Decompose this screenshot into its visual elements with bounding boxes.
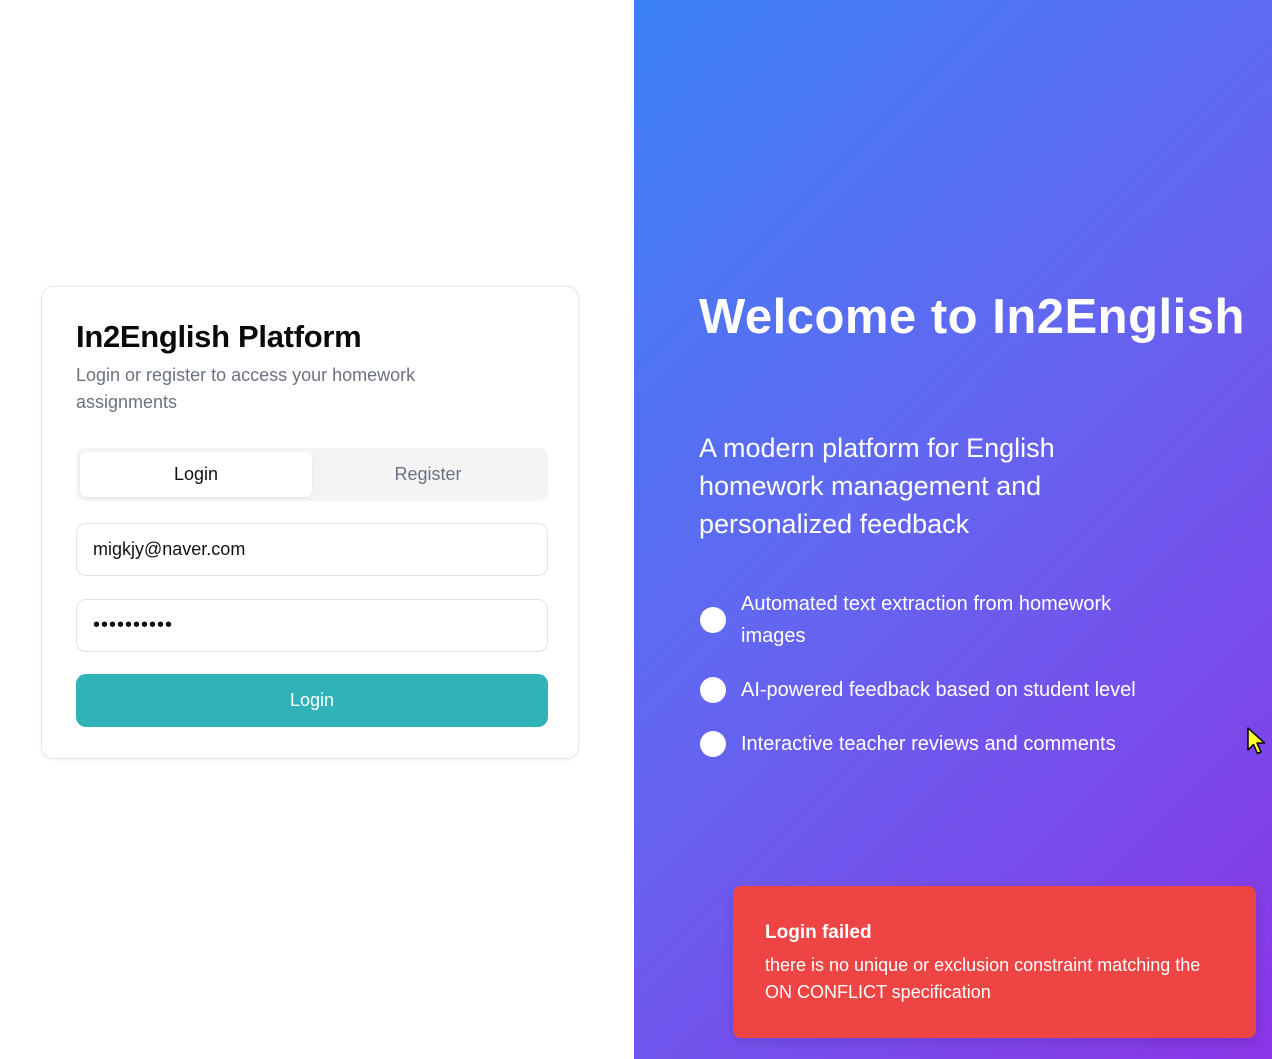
feature-list: Automated text extraction from homework …	[700, 588, 1220, 782]
auth-tabs: Login Register	[76, 448, 548, 501]
error-toast: Login failed there is no unique or exclu…	[733, 886, 1256, 1038]
tab-register[interactable]: Register	[312, 452, 544, 497]
feature-item: Interactive teacher reviews and comments	[700, 728, 1220, 760]
mouse-cursor-icon	[1247, 727, 1266, 755]
bullet-dot-icon	[700, 677, 726, 703]
feature-text: Automated text extraction from homework …	[741, 593, 1112, 647]
feature-item: Automated text extraction from homework …	[700, 588, 1220, 652]
password-field[interactable]	[76, 599, 548, 652]
email-field[interactable]	[76, 523, 548, 576]
page: In2English Platform Login or register to…	[0, 0, 1272, 1059]
bullet-dot-icon	[700, 731, 726, 757]
welcome-panel: Welcome to In2English A modern platform …	[634, 0, 1272, 1059]
toast-message: there is no unique or exclusion constrai…	[765, 955, 1201, 1002]
login-card: In2English Platform Login or register to…	[41, 286, 579, 759]
hero-subtitle: A modern platform for English homework m…	[699, 433, 1055, 539]
card-title: In2English Platform	[76, 319, 362, 354]
toast-title: Login failed	[765, 922, 872, 943]
bullet-dot-icon	[700, 607, 726, 633]
feature-text: Interactive teacher reviews and comments	[741, 733, 1116, 755]
feature-item: AI-powered feedback based on student lev…	[700, 674, 1220, 706]
card-description: Login or register to access your homewor…	[76, 365, 416, 412]
feature-text: AI-powered feedback based on student lev…	[741, 679, 1136, 701]
login-panel: In2English Platform Login or register to…	[0, 0, 634, 1059]
hero-title: Welcome to In2English	[699, 290, 1245, 344]
tab-login[interactable]: Login	[80, 452, 312, 497]
login-button[interactable]: Login	[76, 674, 548, 727]
